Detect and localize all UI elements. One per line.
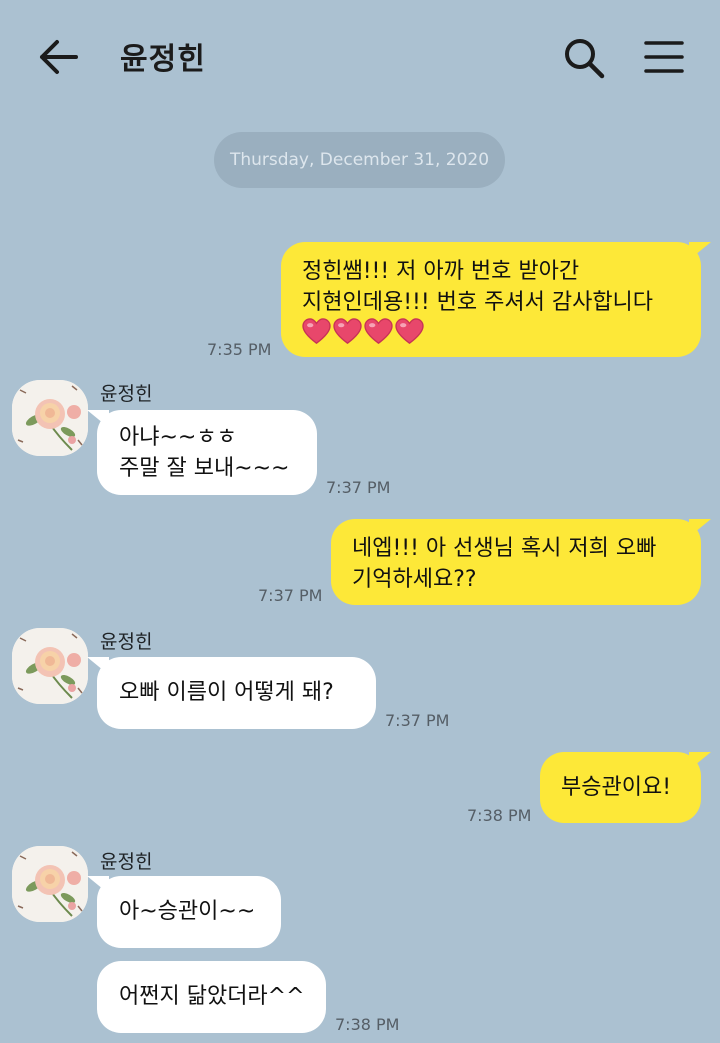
avatar[interactable] [12, 846, 88, 922]
message-text-line: 네엡!!! 아 선생님 혹시 저희 오빠 [352, 536, 657, 561]
message-timestamp: 7:38 PM [335, 1015, 400, 1034]
sent-message-bubble[interactable]: 네엡!!! 아 선생님 혹시 저희 오빠 기억하세요?? [331, 519, 711, 605]
rose-avatar-image [12, 628, 88, 704]
message-text-line: 부승관이요! [561, 775, 672, 800]
message-text-line: 어쩐지 닮았더라^^ [119, 984, 305, 1009]
message-timestamp: 7:35 PM [207, 340, 272, 359]
arrow-left-icon [40, 40, 78, 74]
rose-avatar-image [12, 380, 88, 456]
avatar[interactable] [12, 380, 88, 456]
message-timestamp: 7:37 PM [258, 586, 323, 605]
chat-title: 윤정힌 [120, 42, 206, 77]
heart-icon [333, 318, 362, 345]
heart-icon [364, 318, 393, 345]
search-icon [565, 39, 605, 79]
chat-header: 윤정힌 [0, 0, 720, 110]
avatar[interactable] [12, 628, 88, 704]
sender-name: 윤정힌 [100, 631, 153, 653]
sent-message-bubble[interactable]: 부승관이요! [540, 752, 711, 823]
search-button[interactable] [562, 36, 606, 80]
received-message-bubble[interactable]: 아냐~~ㅎㅎ 주말 잘 보내~~~ [87, 410, 317, 495]
message-timestamp: 7:37 PM [385, 711, 450, 730]
message-text-line: 오빠 이름이 어떻게 돼? [119, 680, 334, 705]
sender-name: 윤정힌 [100, 851, 153, 873]
date-divider: Thursday, December 31, 2020 [214, 132, 505, 188]
rose-avatar-image [12, 846, 88, 922]
heart-icon [302, 318, 331, 345]
message-text-line: 아~승관이~~ [119, 899, 256, 924]
hamburger-menu-icon [644, 41, 684, 73]
heart-icon [395, 318, 424, 345]
back-button[interactable] [38, 38, 80, 76]
message-text-line: 주말 잘 보내~~~ [119, 456, 290, 481]
received-message-bubble[interactable]: 어쩐지 닮았더라^^ [97, 961, 326, 1033]
menu-button[interactable] [644, 40, 684, 74]
heart-emoji-row [302, 318, 681, 349]
sent-message-bubble[interactable]: 정힌쌤!!! 저 아까 번호 받아간 지현인데용!!! 번호 주셔서 감사합니다 [281, 242, 711, 357]
sender-name: 윤정힌 [100, 383, 153, 405]
received-message-bubble[interactable]: 오빠 이름이 어떻게 돼? [87, 657, 376, 729]
message-text-line: 지현인데용!!! 번호 주셔서 감사합니다 [302, 290, 654, 315]
message-timestamp: 7:37 PM [326, 478, 391, 497]
received-message-bubble[interactable]: 아~승관이~~ [87, 876, 281, 948]
message-text-line: 기억하세요?? [352, 567, 477, 592]
message-text-line: 정힌쌤!!! 저 아까 번호 받아간 [302, 259, 580, 284]
message-text-line: 아냐~~ㅎㅎ [119, 425, 237, 450]
message-timestamp: 7:38 PM [467, 806, 532, 825]
